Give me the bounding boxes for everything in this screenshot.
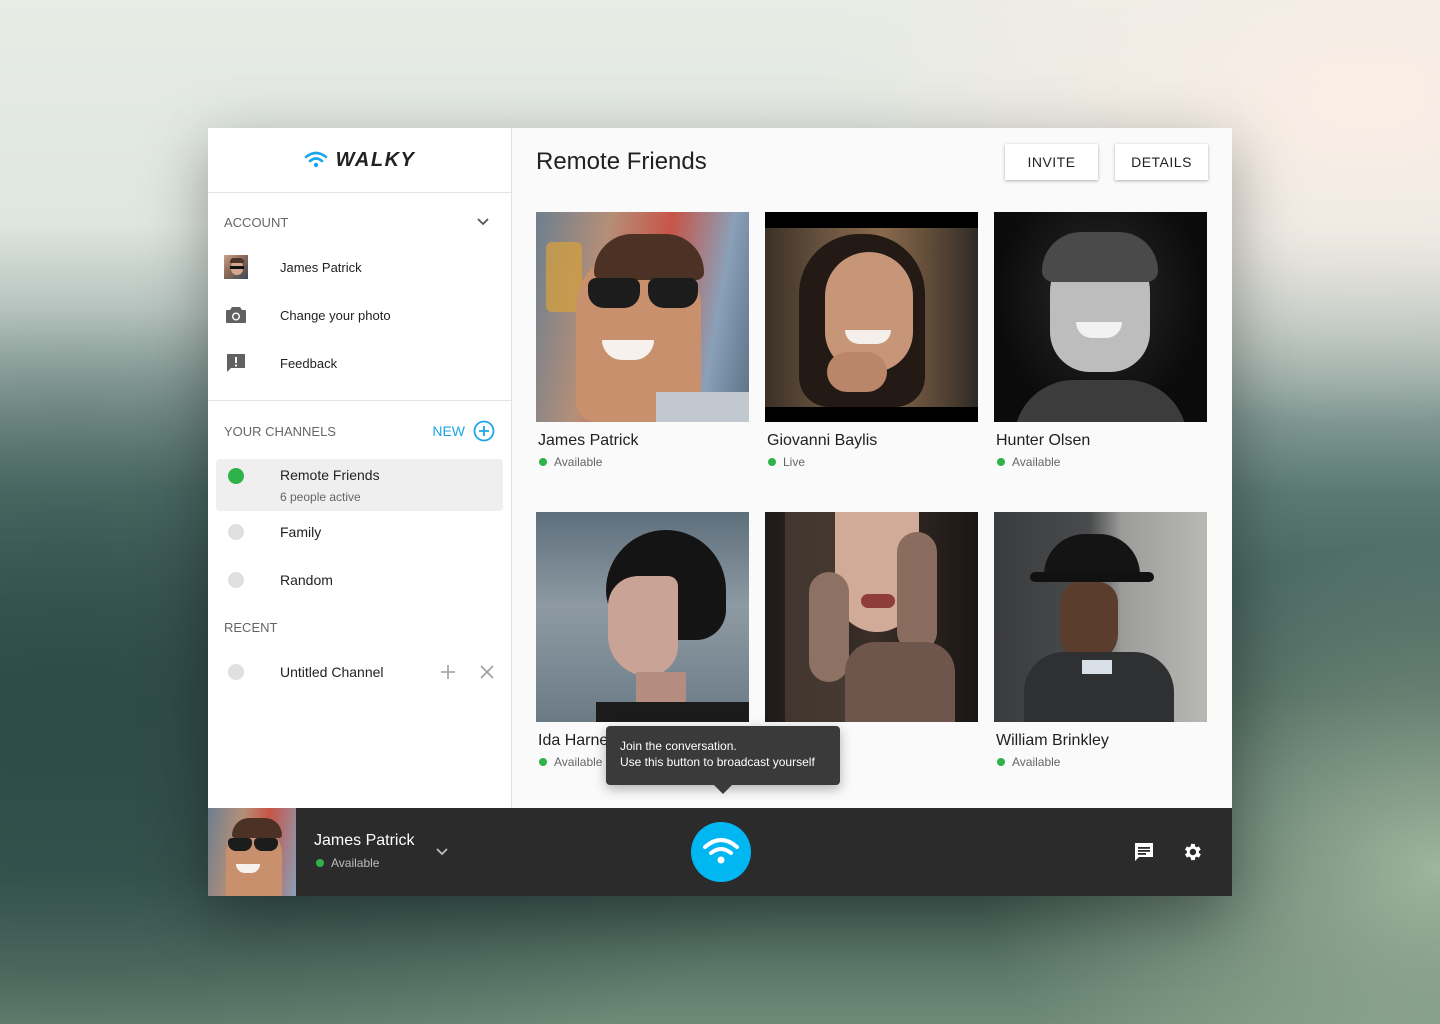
add-circle-icon — [473, 420, 495, 442]
chat-icon[interactable] — [1133, 841, 1155, 863]
friend-photo — [536, 512, 749, 722]
friend-card[interactable]: William Brinkley Available — [994, 512, 1207, 769]
recent-item-untitled[interactable]: Untitled Channel — [224, 648, 495, 696]
channels-section-header: YOUR CHANNELS NEW — [224, 420, 495, 442]
invite-button[interactable]: INVITE — [1005, 144, 1098, 180]
recent-section-header: RECENT — [224, 620, 495, 635]
divider — [208, 400, 511, 401]
status-text: Live — [783, 455, 806, 469]
status-text: Available — [554, 755, 603, 769]
account-heading: ACCOUNT — [224, 214, 289, 230]
friend-photo — [765, 212, 978, 422]
logo-text: WALKY — [335, 148, 416, 171]
account-item-label: Change your photo — [280, 307, 391, 323]
broadcast-tooltip: Join the conversation. Use this button t… — [606, 726, 840, 794]
page-title: Remote Friends — [536, 148, 707, 175]
channel-item-remote-friends[interactable]: Remote Friends 6 people active — [224, 459, 503, 511]
status-text: Available — [1012, 755, 1061, 769]
channel-sub: 6 people active — [280, 490, 361, 504]
sidebar: WALKY ACCOUNT James Patrick Change your … — [208, 128, 512, 808]
status-dot — [997, 458, 1005, 466]
close-icon[interactable] — [479, 664, 495, 680]
bottom-bar: James Patrick Available — [208, 808, 1232, 896]
recent-label: Untitled Channel — [280, 664, 384, 680]
tooltip-line-1: Join the conversation. — [620, 739, 737, 753]
tooltip-line-2: Use this button to broadcast yourself — [620, 755, 815, 769]
friend-card[interactable]: Hunter Olsen Available — [994, 212, 1207, 469]
details-button[interactable]: DETAILS — [1115, 144, 1208, 180]
wifi-logo-icon — [304, 151, 327, 168]
channel-label: Family — [280, 524, 322, 540]
channel-status-dot — [228, 524, 244, 540]
friend-photo — [994, 212, 1207, 422]
account-item-feedback[interactable]: Feedback — [224, 339, 503, 387]
status-dot — [539, 458, 547, 466]
friend-name: Giovanni Baylis — [767, 432, 878, 449]
channel-item-family[interactable]: Family — [224, 508, 503, 556]
logo: WALKY — [208, 128, 511, 193]
status-dot — [316, 859, 324, 867]
status-dot — [768, 458, 776, 466]
new-channel-label: NEW — [432, 423, 465, 439]
account-item-profile[interactable]: James Patrick — [224, 243, 503, 291]
avatar — [224, 255, 248, 279]
friend-status: Live — [768, 455, 978, 469]
broadcast-button[interactable] — [691, 822, 751, 882]
channel-label: Remote Friends — [280, 467, 380, 483]
chevron-down-icon[interactable] — [475, 214, 491, 230]
friend-status: Available — [997, 755, 1207, 769]
current-user-name: James Patrick — [314, 832, 415, 849]
add-icon[interactable] — [439, 663, 457, 681]
channel-text: Remote Friends 6 people active — [280, 467, 380, 504]
channels-heading: YOUR CHANNELS — [224, 423, 336, 439]
wifi-icon — [703, 838, 739, 864]
channel-status-dot — [228, 572, 244, 588]
status-dot — [539, 758, 547, 766]
account-item-label: James Patrick — [280, 259, 362, 275]
account-item-change-photo[interactable]: Change your photo — [224, 291, 503, 339]
gear-icon[interactable] — [1181, 841, 1203, 863]
friend-status: Available — [539, 455, 749, 469]
status-text: Available — [554, 455, 603, 469]
new-channel-button[interactable]: NEW — [432, 420, 495, 442]
main-panel: Remote Friends INVITE DETAILS James Patr… — [512, 128, 1232, 808]
channel-status-dot — [228, 468, 244, 484]
friend-photo — [994, 512, 1207, 722]
status-dot — [997, 758, 1005, 766]
camera-icon — [224, 303, 248, 327]
current-user[interactable]: James Patrick Available — [314, 832, 414, 870]
recent-heading: RECENT — [224, 620, 278, 635]
channel-item-random[interactable]: Random — [224, 556, 503, 604]
chevron-down-icon[interactable] — [434, 844, 450, 860]
friend-photo — [536, 212, 749, 422]
friend-name: William Brinkley — [996, 732, 1109, 749]
friend-photo — [765, 512, 978, 722]
current-user-status: Available — [314, 856, 414, 870]
friend-name: James Patrick — [538, 432, 639, 449]
status-text: Available — [331, 856, 380, 870]
status-text: Available — [1012, 455, 1061, 469]
friend-status: Available — [997, 455, 1207, 469]
app-window: WALKY ACCOUNT James Patrick Change your … — [208, 128, 1232, 896]
channel-status-dot — [228, 664, 244, 680]
account-item-label: Feedback — [280, 355, 338, 371]
friend-name: Hunter Olsen — [996, 432, 1091, 449]
channel-label: Random — [280, 572, 333, 588]
account-section-header[interactable]: ACCOUNT — [224, 214, 495, 230]
friend-card[interactable]: James Patrick Available — [536, 212, 749, 469]
feedback-icon — [224, 351, 248, 375]
user-avatar[interactable] — [208, 808, 296, 896]
friend-card[interactable]: mith — [765, 512, 978, 750]
friend-card[interactable]: Giovanni Baylis Live — [765, 212, 978, 469]
